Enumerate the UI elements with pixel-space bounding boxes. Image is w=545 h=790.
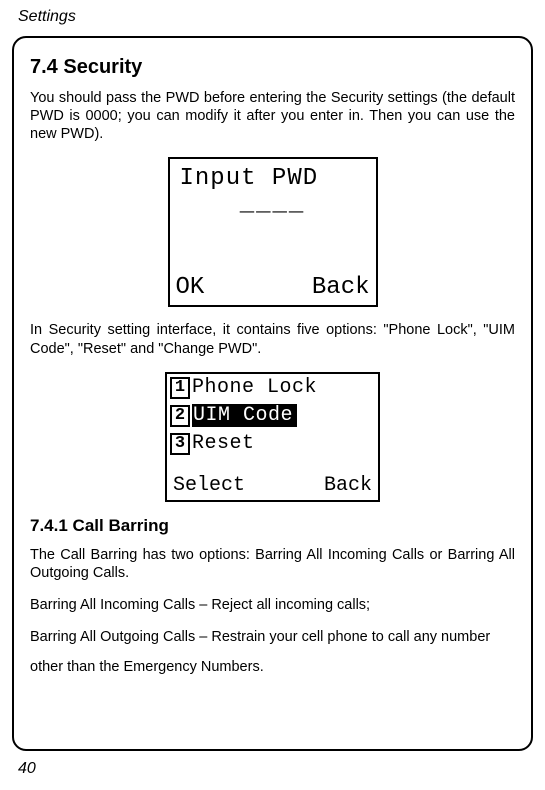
pwd-screen-placeholder: ____ <box>170 191 376 218</box>
page-header: Settings <box>0 0 545 26</box>
page-number: 40 <box>18 760 36 778</box>
input-pwd-screenshot: Input PWD ____ OK Back <box>168 157 378 307</box>
menu-item-label: Reset <box>192 432 255 455</box>
security-menu-screenshot: 1Phone Lock2UIM Code3Reset Select Back <box>165 372 380 502</box>
menu-item-number: 1 <box>170 377 190 399</box>
subsection-p2: Barring All Incoming Calls – Reject all … <box>30 596 515 614</box>
menu-row: 2UIM Code <box>167 402 378 430</box>
menu-select-softkey: Select <box>173 474 245 497</box>
pwd-screen-title: Input PWD <box>180 165 319 192</box>
page-content-frame: 7.4 Security You should pass the PWD bef… <box>12 36 533 751</box>
menu-intro-text: In Security setting interface, it contai… <box>30 321 515 357</box>
menu-row: 1Phone Lock <box>167 374 378 402</box>
subsection-p4: other than the Emergency Numbers. <box>30 658 515 676</box>
pwd-screen-back-softkey: Back <box>312 274 370 301</box>
subsection-p3: Barring All Outgoing Calls – Restrain yo… <box>30 628 515 646</box>
menu-item-number: 3 <box>170 433 190 455</box>
menu-back-softkey: Back <box>324 474 372 497</box>
subsection-title: Call Barring <box>73 516 169 535</box>
menu-item-label: Phone Lock <box>192 376 317 399</box>
pwd-screen-ok-softkey: OK <box>176 274 205 301</box>
section-title: Security <box>63 56 142 78</box>
menu-row: 3Reset <box>167 430 378 458</box>
menu-item-number: 2 <box>170 405 190 427</box>
subsection-number: 7.4.1 <box>30 516 68 535</box>
menu-item-label: UIM Code <box>192 404 297 427</box>
menu-items: 1Phone Lock2UIM Code3Reset <box>167 374 378 458</box>
subsection-p1: The Call Barring has two options: Barrin… <box>30 546 515 582</box>
section-intro-text: You should pass the PWD before entering … <box>30 89 515 143</box>
section-heading: 7.4 Security <box>30 56 515 79</box>
section-number: 7.4 <box>30 56 58 78</box>
subsection-heading: 7.4.1 Call Barring <box>30 516 515 536</box>
